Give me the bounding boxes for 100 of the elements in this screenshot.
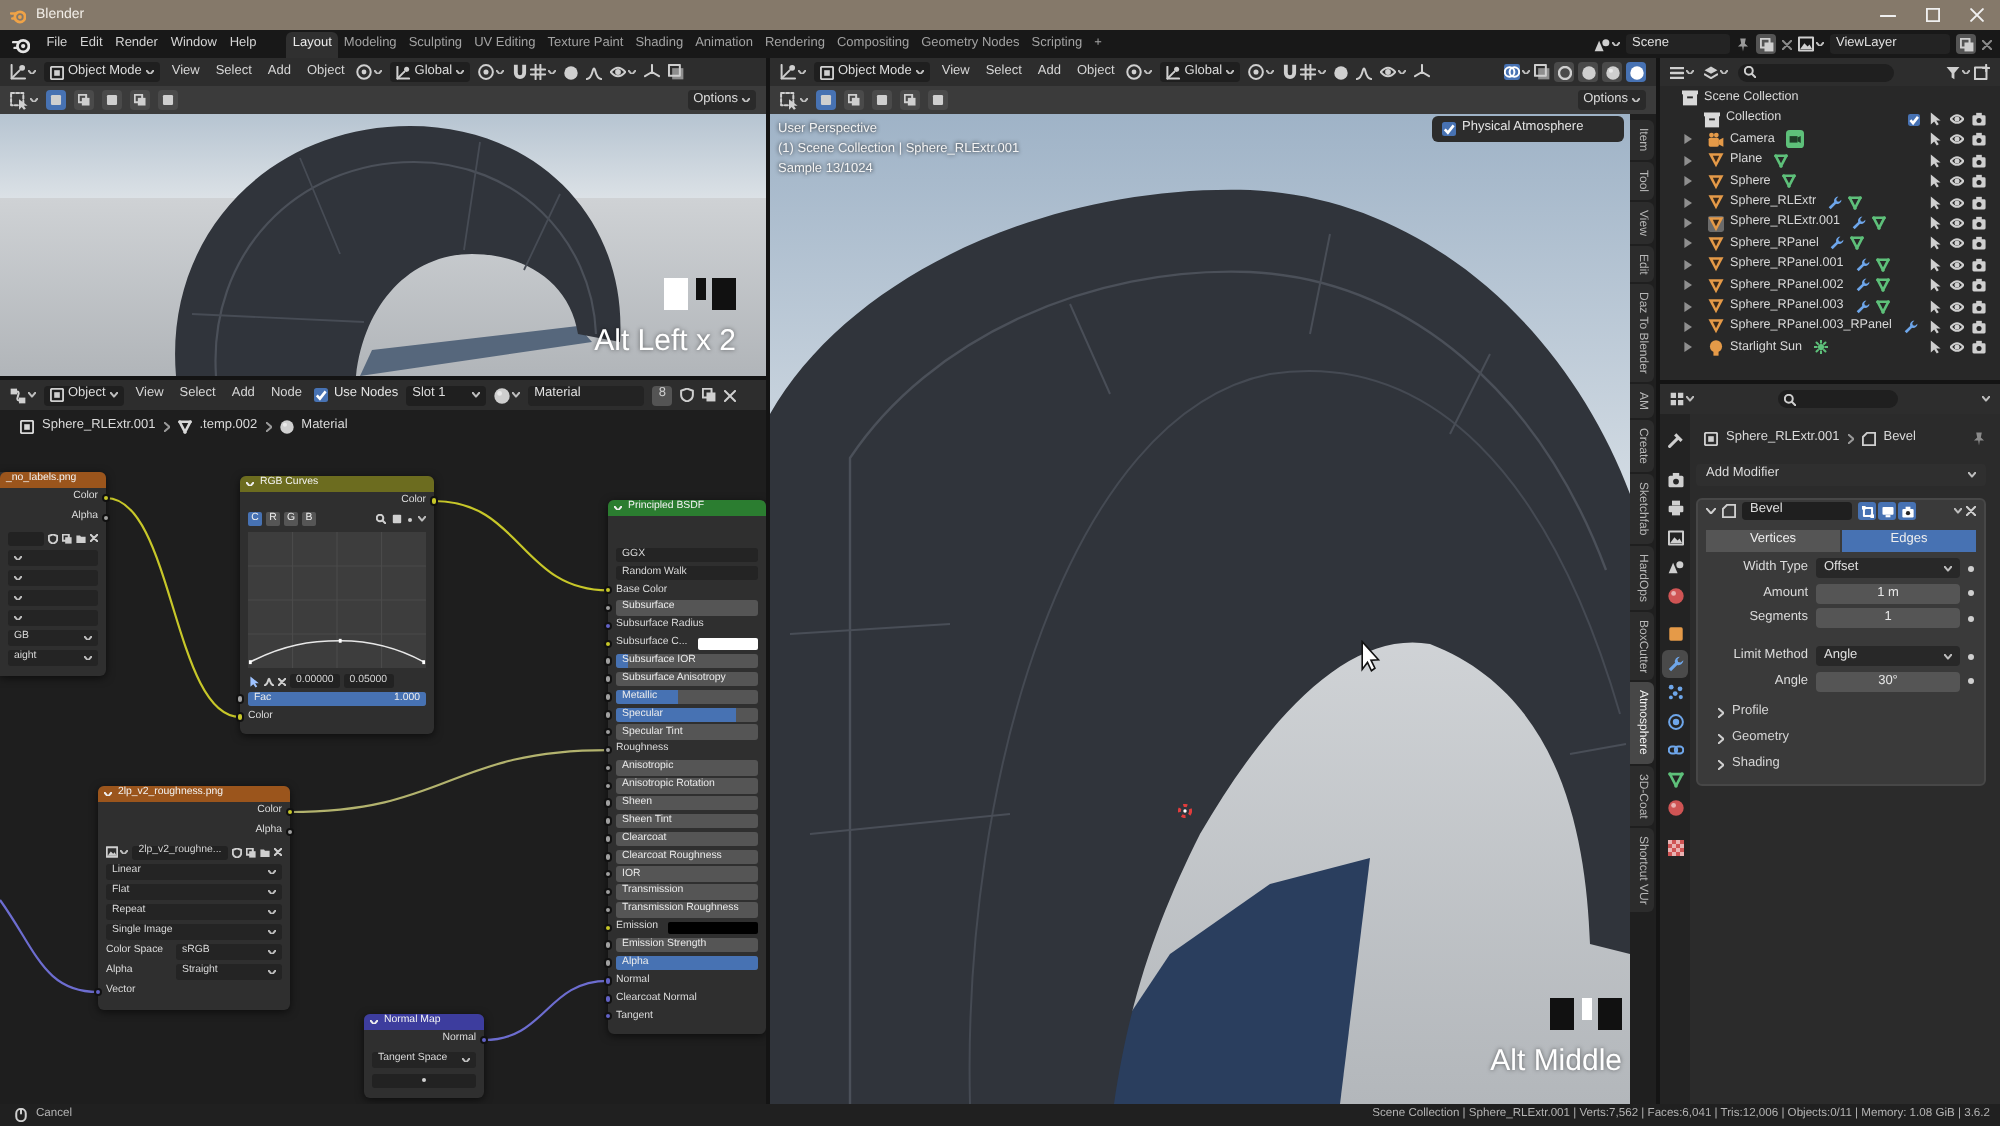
triangle-icon[interactable] (1708, 152, 1724, 169)
select-mode-button[interactable] (900, 90, 920, 110)
triangle-icon[interactable] (1708, 235, 1724, 252)
camera-icon[interactable] (1972, 340, 1986, 355)
node-link[interactable] (289, 749, 609, 814)
socket-icon[interactable] (603, 727, 613, 737)
pivot-button[interactable] (1126, 64, 1153, 80)
folder-icon[interactable] (260, 847, 270, 857)
disc-icon[interactable] (564, 65, 579, 79)
shading-button[interactable] (1554, 62, 1574, 82)
camera-icon[interactable] (1972, 236, 1986, 251)
toggle-button[interactable] (1878, 502, 1896, 520)
app-logo-icon[interactable] (12, 35, 30, 53)
socket-icon[interactable] (603, 674, 613, 684)
visibility-button[interactable] (610, 64, 637, 80)
socket-icon[interactable] (603, 816, 613, 826)
eye-icon[interactable] (1950, 174, 1964, 189)
display-mode-button[interactable] (1704, 65, 1728, 79)
socket-icon[interactable] (603, 940, 613, 950)
socket-icon[interactable] (603, 887, 613, 897)
disc-icon[interactable] (1334, 65, 1349, 79)
eye-icon[interactable] (1950, 257, 1964, 272)
camera-icon[interactable] (1972, 319, 1986, 334)
select-mode-button[interactable] (130, 90, 150, 110)
select-mode-button[interactable] (844, 90, 864, 110)
triangle-icon[interactable] (1708, 277, 1724, 294)
expand-arrow-icon[interactable] (1684, 197, 1692, 208)
toggle-button[interactable] (1898, 502, 1916, 520)
socket-icon[interactable] (603, 656, 613, 666)
close-icon[interactable] (274, 848, 282, 856)
eye-icon[interactable] (1950, 153, 1964, 168)
socket-icon[interactable] (235, 712, 245, 722)
socket-icon[interactable] (603, 923, 613, 933)
folder-icon[interactable] (76, 533, 86, 543)
socket-icon[interactable] (603, 692, 613, 702)
pivot-button[interactable] (356, 64, 383, 80)
gizmo-icon[interactable] (644, 64, 661, 80)
triangle-icon[interactable] (1708, 298, 1724, 315)
socket-icon[interactable] (603, 745, 613, 755)
close-icon[interactable] (1966, 506, 1976, 516)
camera-icon[interactable] (1972, 278, 1986, 293)
material-browse-button[interactable] (494, 387, 521, 403)
snap-target-button[interactable] (1282, 64, 1327, 80)
new-view-layer-button[interactable] (1956, 34, 1976, 54)
overlays-button[interactable] (1504, 64, 1530, 80)
eye-icon[interactable] (1950, 299, 1964, 314)
shield-icon[interactable] (680, 388, 695, 402)
triangle-icon[interactable] (1708, 318, 1724, 335)
video-camera-icon[interactable] (1708, 131, 1724, 148)
socket-icon[interactable] (603, 798, 613, 808)
camera-icon[interactable] (1972, 112, 1986, 127)
expand-arrow-icon[interactable] (1684, 321, 1692, 332)
close-icon[interactable] (724, 389, 737, 401)
new-scene-button[interactable] (1756, 34, 1776, 54)
keyframe-dot-icon[interactable] (1968, 678, 1974, 685)
eye-icon[interactable] (1950, 278, 1964, 293)
image-browse-button[interactable] (106, 846, 128, 858)
shading-button[interactable] (1578, 62, 1598, 82)
keyframe-dot-icon[interactable] (1968, 615, 1974, 622)
select-mode-button[interactable] (74, 90, 94, 110)
maximize-icon[interactable] (1926, 8, 1940, 22)
socket-icon[interactable] (285, 807, 295, 817)
collapse-caret-icon[interactable] (1706, 508, 1716, 514)
editor-type-button[interactable] (780, 64, 806, 80)
shield-icon[interactable] (232, 847, 242, 857)
expand-arrow-icon[interactable] (1684, 342, 1692, 353)
keyframe-dot-icon[interactable] (1968, 590, 1974, 597)
scene-browse-button[interactable] (1594, 36, 1620, 52)
triangle-icon[interactable] (1708, 194, 1724, 211)
camera-icon[interactable] (1972, 257, 1986, 272)
cursor-icon[interactable] (248, 675, 260, 687)
gizmo-icon[interactable] (1414, 64, 1431, 80)
expand-arrow-icon[interactable] (1684, 238, 1692, 249)
color-swatch[interactable] (668, 921, 758, 935)
socket-icon[interactable] (235, 694, 245, 704)
camera-icon[interactable] (1972, 216, 1986, 231)
node-link[interactable] (0, 899, 99, 994)
copy-icon[interactable] (62, 533, 72, 543)
eye-icon[interactable] (1950, 340, 1964, 355)
eye-icon[interactable] (1950, 216, 1964, 231)
close-icon[interactable] (278, 677, 286, 685)
properties-tab[interactable] (1662, 649, 1688, 678)
select-mode-button[interactable] (928, 90, 948, 110)
expand-arrow-icon[interactable] (1684, 176, 1692, 187)
snap-button[interactable] (478, 64, 505, 80)
input-field[interactable] (372, 1073, 476, 1087)
node-link[interactable] (105, 496, 241, 719)
camera-icon[interactable] (1972, 299, 1986, 314)
expand-arrow-icon[interactable] (1684, 218, 1692, 229)
socket-icon[interactable] (603, 710, 613, 720)
shading-button[interactable] (1602, 62, 1622, 82)
socket-icon[interactable] (603, 763, 613, 773)
triangle-icon[interactable] (1708, 173, 1724, 190)
socket-icon[interactable] (603, 603, 613, 613)
close-icon[interactable] (1782, 39, 1792, 49)
close-icon[interactable] (90, 534, 98, 542)
camera-icon[interactable] (1972, 153, 1986, 168)
socket-icon[interactable] (101, 513, 111, 523)
snap-target-button[interactable] (512, 64, 557, 80)
view-layer-browse-button[interactable] (1798, 36, 1824, 52)
